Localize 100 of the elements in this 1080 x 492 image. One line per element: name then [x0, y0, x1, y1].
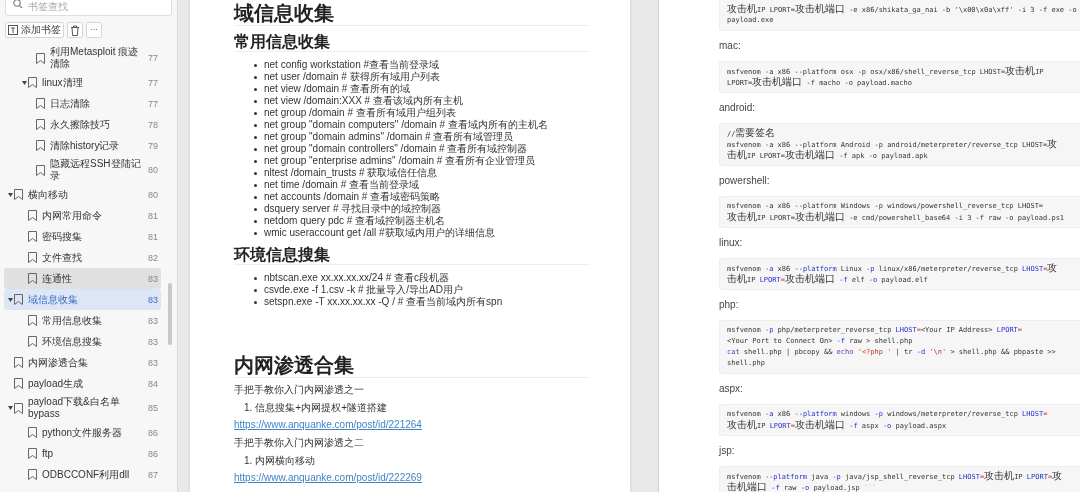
bookmark-item[interactable]: 横向移动 80	[4, 184, 161, 205]
bookmark-title: 密码搜集	[42, 230, 83, 243]
list-item: wmic useraccount get /all #获取域内用户的详细信息	[264, 227, 495, 239]
list-item: net group "domain computers" /domain # 查看域内所有的主机名	[264, 119, 548, 131]
bookmark-item[interactable]: payload下载&白名单bypass 85	[4, 394, 161, 422]
bullet-icon	[254, 135, 257, 139]
list-item: nbtscan.exe xx.xx.xx.xx/24 # 查看c段机器	[264, 272, 450, 284]
list-item: net group "domain controllers" /domain # 查看所有域控制器	[264, 143, 528, 155]
bookmark-item[interactable]: 连通性 83	[4, 268, 161, 289]
bullet-icon	[254, 231, 257, 235]
bookmark-title: 环境信息搜集	[42, 335, 103, 348]
search-field[interactable]: 书签查找	[5, 0, 172, 16]
bookmark-icon	[28, 252, 37, 263]
bookmark-icon	[28, 336, 37, 347]
page-number: 79	[148, 139, 158, 152]
page-number: 83	[148, 335, 158, 348]
bookmark-item[interactable]: ftp 86	[4, 443, 161, 464]
bullet-icon	[254, 123, 257, 127]
bullet-icon	[254, 99, 257, 103]
page-number: 83	[148, 314, 158, 327]
list-item: setspn.exe -T xx.xx.xx.xx -Q / # 查看当前域内所有spn	[264, 296, 503, 308]
page-number: 77	[148, 76, 158, 89]
page-number: 81	[148, 230, 158, 243]
bookmark-title: 文件查找	[42, 251, 83, 264]
list-item: net view /domain:XXX # 查看该域内所有主机	[264, 95, 463, 107]
page-number: 80	[148, 188, 158, 201]
bookmark-item[interactable]: linux清理 77	[4, 72, 161, 93]
bullet-icon	[254, 63, 257, 67]
bullet-icon	[254, 276, 257, 280]
bookmark-title: ODBCCONF利用dll	[42, 468, 131, 481]
delete-button[interactable]	[67, 22, 83, 38]
bookmark-item[interactable]: 清除history记录 79	[4, 135, 161, 156]
bookmark-title: 连通性	[42, 272, 73, 285]
paragraph: 手把手教你入门内网渗透之二	[234, 437, 365, 449]
list-item: 信息搜集+内网提权+隧道搭建	[255, 402, 388, 414]
bookmark-item[interactable]: 常用信息收集 83	[4, 310, 161, 331]
bookmark-title: payload生成	[28, 377, 85, 390]
section-label: linux:	[719, 236, 744, 250]
link[interactable]: https://www.anquanke.com/post/id/222269	[234, 472, 422, 484]
bookmark-item[interactable]: 内网常用命令 81	[4, 205, 161, 226]
list-item: net accounts /domain # 查看域密码策略	[264, 191, 441, 203]
bookmark-item[interactable]: 环境信息搜集 83	[4, 331, 161, 352]
bookmark-title: 清除history记录	[50, 139, 121, 152]
bookmark-title: 内网渗透合集	[28, 356, 89, 369]
expanded-arrow-icon[interactable]	[8, 297, 13, 302]
bullet-icon	[254, 183, 257, 187]
page-number: 84	[148, 377, 158, 390]
bullet-icon	[254, 111, 257, 115]
section-label: mac:	[719, 39, 742, 53]
list-item: net user /domain # 获得所有域用户列表	[264, 71, 440, 83]
expanded-arrow-icon[interactable]	[8, 406, 13, 410]
bookmark-title: ftp	[42, 447, 55, 460]
section-label: aspx:	[719, 382, 744, 396]
page-number: 83	[148, 272, 158, 285]
bookmark-title: linux清理	[42, 76, 84, 89]
bullet-icon	[254, 288, 257, 292]
bookmark-icon	[14, 294, 23, 305]
page-number: 77	[148, 97, 158, 110]
bookmark-item[interactable]: payload生成 84	[4, 373, 161, 394]
bullet-icon	[254, 147, 257, 151]
scrollbar-thumb[interactable]	[168, 283, 172, 345]
add-bookmark-button[interactable]: 添加书签	[5, 22, 64, 38]
bookmark-title: 永久擦除技巧	[50, 118, 111, 131]
bookmark-title: 利用Metasploit 痕迹清除	[50, 46, 140, 70]
list-item: net group "enterprise admins" /domain # 查看所有企业管理员	[264, 155, 536, 167]
page-number: 86	[148, 426, 158, 439]
bullet-icon	[254, 171, 257, 175]
bookmark-item[interactable]: 密码搜集 81	[4, 226, 161, 247]
page-number: 83	[148, 356, 158, 369]
bookmark-item[interactable]: 域信息收集 83	[4, 289, 161, 310]
bookmark-item[interactable]: 内网渗透合集 83	[4, 352, 161, 373]
bookmark-item[interactable]: 文件查找 82	[4, 247, 161, 268]
bookmark-item[interactable]: 永久擦除技巧 78	[4, 114, 161, 135]
page-number: 82	[148, 251, 158, 264]
bookmark-icon	[28, 315, 37, 326]
more-button[interactable]: ···	[86, 22, 102, 38]
section-label: jsp:	[719, 444, 736, 458]
bookmark-item[interactable]: python文件服务器 86	[4, 422, 161, 443]
bookmark-title: 常用信息收集	[42, 314, 103, 327]
bookmark-icon	[14, 402, 23, 414]
expanded-arrow-icon[interactable]	[8, 192, 13, 197]
expanded-arrow-icon[interactable]	[22, 80, 27, 85]
list-number: 1.	[244, 402, 253, 414]
bookmark-title: 内网常用命令	[42, 209, 103, 222]
bookmark-icon	[28, 448, 37, 459]
list-number: 1.	[244, 455, 253, 467]
bookmark-icon	[28, 273, 37, 284]
heading: 域信息收集	[234, 2, 590, 26]
link[interactable]: https://www.anquanke.com/post/id/221264	[234, 419, 422, 431]
paragraph: 手把手教你入门内网渗透之一	[234, 384, 365, 396]
bullet-icon	[254, 75, 257, 79]
subheading: 常用信息收集	[234, 33, 590, 52]
trash-icon	[70, 24, 80, 36]
list-item: nltest /domain_trusts # 获取域信任信息	[264, 167, 438, 179]
list-item: net group "domain admins" /domain # 查看所有域管理员	[264, 131, 514, 143]
section-label: php:	[719, 298, 740, 312]
bookmark-icon	[28, 210, 37, 221]
bookmark-item[interactable]: 日志清除 77	[4, 93, 161, 114]
bullet-icon	[254, 195, 257, 199]
bookmark-item[interactable]: ODBCCONF利用dll 87	[4, 464, 161, 485]
